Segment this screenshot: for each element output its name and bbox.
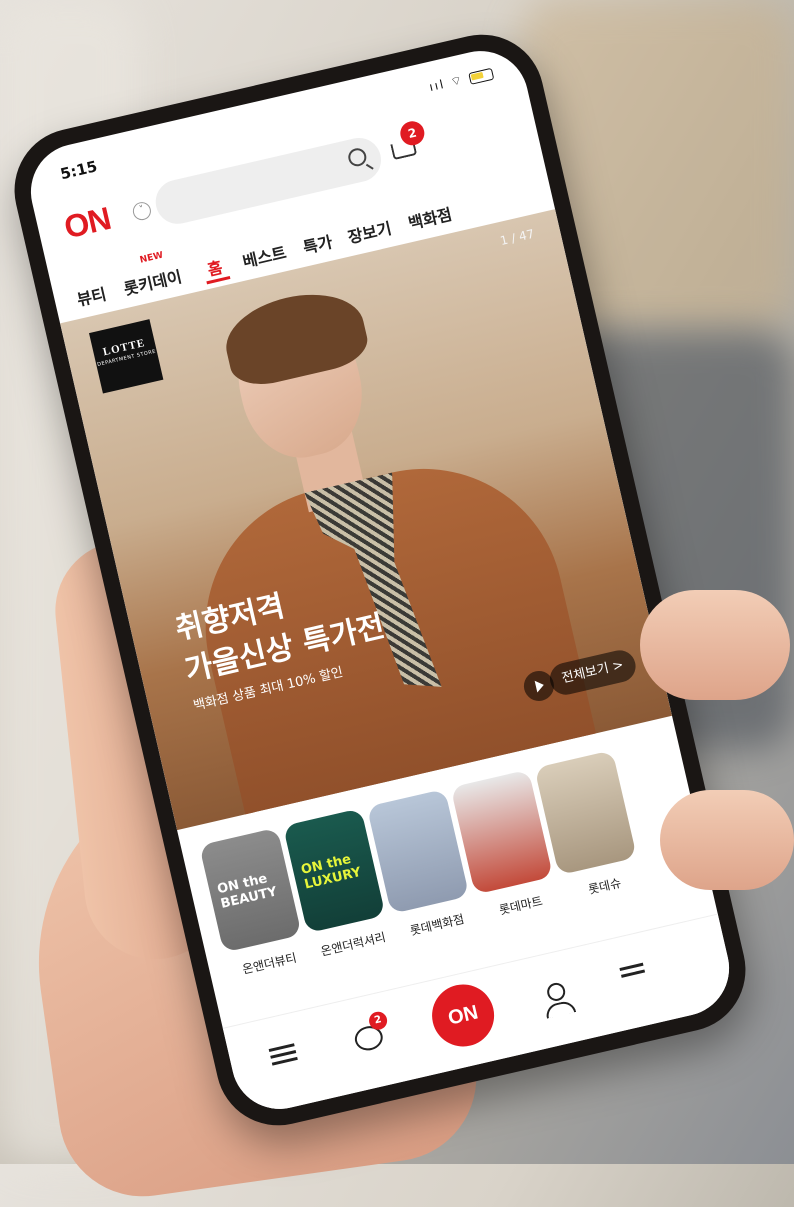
shop-label: 롯데백화점: [408, 911, 466, 939]
shop-label: 롯데마트: [497, 893, 544, 918]
nav-menu-button[interactable]: [268, 1043, 295, 1052]
nav-mypage-button[interactable]: [540, 980, 577, 1019]
menu-icon: [268, 1043, 295, 1052]
nav-on-home-button[interactable]: ON: [425, 978, 501, 1053]
status-icons: ııl ⌔: [428, 66, 495, 95]
hand-finger-upper: [640, 590, 790, 700]
nav-more-button[interactable]: [619, 962, 644, 972]
more-icon: [619, 962, 644, 972]
signal-wifi-icon: ııl ⌔: [427, 72, 466, 95]
app-logo[interactable]: ON: [61, 200, 114, 246]
user-icon: [545, 981, 567, 1003]
tab-deal[interactable]: 특가: [300, 228, 334, 258]
slide-counter: 1 / 47: [498, 226, 536, 249]
user-icon-body: [544, 999, 577, 1019]
tab-home[interactable]: 홈: [205, 254, 225, 281]
shop-card-text: ON the BEAUTY: [215, 871, 279, 912]
chevron-down-icon[interactable]: ˅: [131, 200, 153, 222]
tab-lotte-day[interactable]: 롯키데이: [121, 263, 184, 300]
tab-grocery[interactable]: 장보기: [345, 215, 393, 248]
shop-card-text: ON the LUXURY: [299, 851, 363, 893]
tab-beauty[interactable]: 뷰티: [74, 281, 108, 311]
hand-finger-lower: [660, 790, 794, 890]
shop-thumbnail: ON the BEAUTY: [199, 827, 302, 953]
shop-label: 온앤더럭셔리: [319, 930, 388, 959]
shop-label: 롯데슈: [586, 875, 623, 897]
search-icon[interactable]: [346, 146, 369, 169]
shop-label: 온앤더뷰티: [241, 950, 298, 977]
battery-icon: [468, 67, 495, 85]
status-time: 5:15: [58, 157, 99, 184]
tab-new-badge: NEW: [138, 250, 165, 266]
brand-logo: LOTTE DEPARTMENT STORE: [89, 319, 164, 394]
cart-button[interactable]: 2: [389, 118, 427, 161]
tab-department[interactable]: 백화점: [406, 201, 454, 234]
nav-chat-button[interactable]: 2: [352, 1009, 389, 1054]
tab-best[interactable]: 베스트: [240, 239, 288, 272]
